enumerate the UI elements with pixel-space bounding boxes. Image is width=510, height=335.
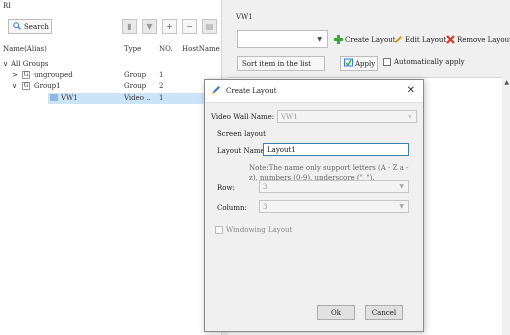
create-layout-dialog: Create Layout ✕ Video Wall Name: VW1 ∨ S… [204,79,424,332]
layout-name-input[interactable]: Layout1 [263,143,409,156]
layout-name-label: Layout Name: [217,147,267,155]
search-button[interactable]: Search [8,19,52,34]
search-label: Search [24,22,49,31]
column-header-hostname[interactable]: HostName [182,45,220,53]
device-tree-panel: RI Search ▮ ▼ + − ▤ Name(Alias) Type NO.… [0,0,222,335]
tree-row[interactable]: ∨ G Group1 Group 2 [0,82,222,92]
tree-row-selected[interactable]: VW1 Video .. 1 [0,93,222,104]
row-label: Row: [217,184,235,192]
windowing-layout-toggle[interactable]: Windowing Layout [215,226,292,234]
column-label: Column: [217,204,247,212]
video-wall-name-label: Video Wall Name: [211,113,275,121]
cancel-button[interactable]: Cancel [365,305,403,320]
delete-icon[interactable]: ▮ [122,19,137,34]
expand-icon[interactable]: ∨ [12,82,17,90]
dialog-title: Create Layout [226,87,277,95]
vertical-scrollbar[interactable] [502,77,510,335]
divider [205,102,423,103]
tree-no: 1 [159,94,164,102]
app-window: RI Search ▮ ▼ + − ▤ Name(Alias) Type NO.… [0,0,510,335]
video-wall-title: VW1 [236,13,253,21]
dialog-titlebar[interactable]: Create Layout [205,80,423,102]
tree-no: 2 [159,82,164,90]
edit-layout-label: Edit Layout [405,36,447,44]
tree-label: ungrouped [34,71,73,79]
tree-label: Group1 [34,82,61,90]
chevron-down-icon: ▼ [317,36,322,43]
remove-layout-label: Remove Layout [457,36,510,44]
sort-items-button[interactable]: Sort item in the list [237,56,325,71]
pin-icon[interactable]: ▼ [142,19,157,34]
video-wall-name-select[interactable]: VW1 ∨ [277,110,417,123]
tree-no: 1 [159,71,164,79]
layout-select[interactable]: ▼ [237,30,328,48]
tree-type: Video .. [124,94,151,102]
ok-button[interactable]: Ok [317,305,355,320]
close-icon[interactable]: ✕ [407,85,415,96]
windowing-layout-label: Windowing Layout [226,226,293,234]
remove-layout-button[interactable]: Remove Layout [446,33,510,47]
minus-icon[interactable]: − [182,19,197,34]
screen-layout-label: Screen layout [217,130,266,138]
scroll-up-icon[interactable]: ▲ [504,79,509,86]
add-icon[interactable]: + [162,19,177,34]
column-value: 3 [263,202,268,211]
tree-row[interactable]: ∨ All Groups [0,60,222,70]
column-header-name[interactable]: Name(Alias) [3,45,47,53]
row-select[interactable]: 3 ▼ [259,180,409,193]
create-layout-button[interactable]: Create Layout [334,33,396,47]
windowing-layout-checkbox[interactable] [215,226,223,234]
auto-apply-label: Automatically apply [394,58,465,66]
column-header-no[interactable]: NO. [159,45,173,53]
search-icon [13,21,21,32]
chevron-down-icon: ∨ [407,113,412,120]
tree-header: Name(Alias) Type NO. HostName [0,43,222,56]
tree-row[interactable]: > G ungrouped Group 1 [0,71,222,81]
tree-type: Group [124,71,147,79]
edit-layout-button[interactable]: Edit Layout [394,33,446,47]
create-layout-label: Create Layout [345,36,396,44]
expand-icon[interactable]: > [12,71,18,79]
auto-apply-checkbox[interactable] [383,58,391,66]
column-select[interactable]: 3 ▼ [259,200,409,213]
expand-icon[interactable]: ∨ [3,60,8,68]
create-layout-icon [211,85,221,97]
apply-button[interactable]: Apply [340,56,378,71]
copy-icon[interactable]: ▤ [202,19,217,34]
column-header-type[interactable]: Type [124,45,141,53]
panel-title: RI [3,2,12,10]
apply-label: Apply [355,59,376,68]
tree-label: VW1 [61,94,78,102]
chevron-down-icon: ▼ [399,203,404,210]
tree-label: All Groups [11,60,49,68]
row-value: 3 [263,182,268,191]
pencil-icon [394,35,403,46]
apply-icon [344,58,353,69]
tree-type: Group [124,82,147,90]
video-wall-name-value: VW1 [281,112,298,121]
remove-icon [446,34,455,46]
chevron-down-icon: ▼ [399,183,404,190]
auto-apply-toggle[interactable]: Automatically apply [383,58,465,66]
plus-icon [334,34,343,46]
